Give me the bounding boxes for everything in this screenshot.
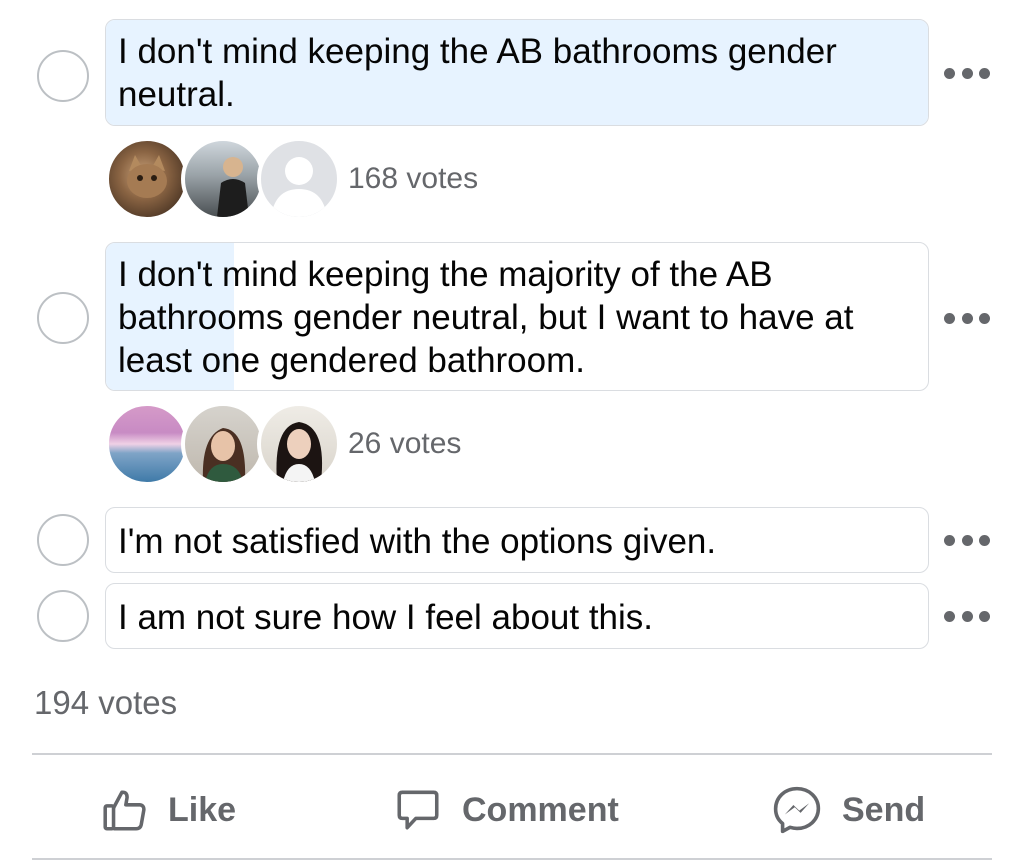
divider-bottom: [32, 858, 992, 860]
option-1-radio[interactable]: [37, 50, 89, 102]
option-4-radio[interactable]: [37, 590, 89, 642]
avatar: [105, 402, 189, 486]
poll-option-3[interactable]: I'm not satisfied with the options given…: [105, 507, 929, 573]
option-2-label: I don't mind keeping the majority of the…: [118, 255, 854, 380]
like-label: Like: [168, 790, 237, 829]
thumbs-up-icon: [103, 790, 146, 831]
avatar: [257, 137, 341, 221]
send-button[interactable]: Send: [770, 780, 925, 840]
avatar: [181, 137, 265, 221]
send-label: Send: [842, 790, 926, 829]
option-2-more-icon[interactable]: [944, 311, 990, 325]
like-button[interactable]: Like: [100, 780, 236, 840]
option-1-vote-count: 168 votes: [348, 162, 479, 195]
option-3-radio[interactable]: [37, 514, 89, 566]
option-3-more-icon[interactable]: [944, 533, 990, 547]
comment-button[interactable]: Comment: [392, 780, 619, 840]
option-2-voters[interactable]: 26 votes: [105, 402, 505, 486]
avatar: [181, 402, 265, 486]
comment-icon: [397, 790, 439, 830]
divider-top: [32, 753, 992, 755]
avatar: [257, 402, 341, 486]
poll-option-2[interactable]: I don't mind keeping the majority of the…: [105, 242, 929, 391]
avatar: [105, 137, 189, 221]
option-2-radio[interactable]: [37, 292, 89, 344]
option-4-more-icon[interactable]: [944, 609, 990, 623]
option-3-label: I'm not satisfied with the options given…: [118, 522, 717, 561]
poll-option-1[interactable]: I don't mind keeping the AB bathrooms ge…: [105, 19, 929, 126]
option-1-label: I don't mind keeping the AB bathrooms ge…: [118, 32, 837, 114]
messenger-icon: [773, 786, 821, 834]
comment-label: Comment: [462, 790, 619, 829]
option-1-voters[interactable]: 168 votes: [105, 137, 505, 221]
poll-option-4[interactable]: I am not sure how I feel about this.: [105, 583, 929, 649]
option-1-more-icon[interactable]: [944, 66, 990, 80]
option-2-vote-count: 26 votes: [348, 427, 462, 460]
option-4-label: I am not sure how I feel about this.: [118, 598, 654, 637]
total-votes: 194 votes: [34, 684, 178, 721]
